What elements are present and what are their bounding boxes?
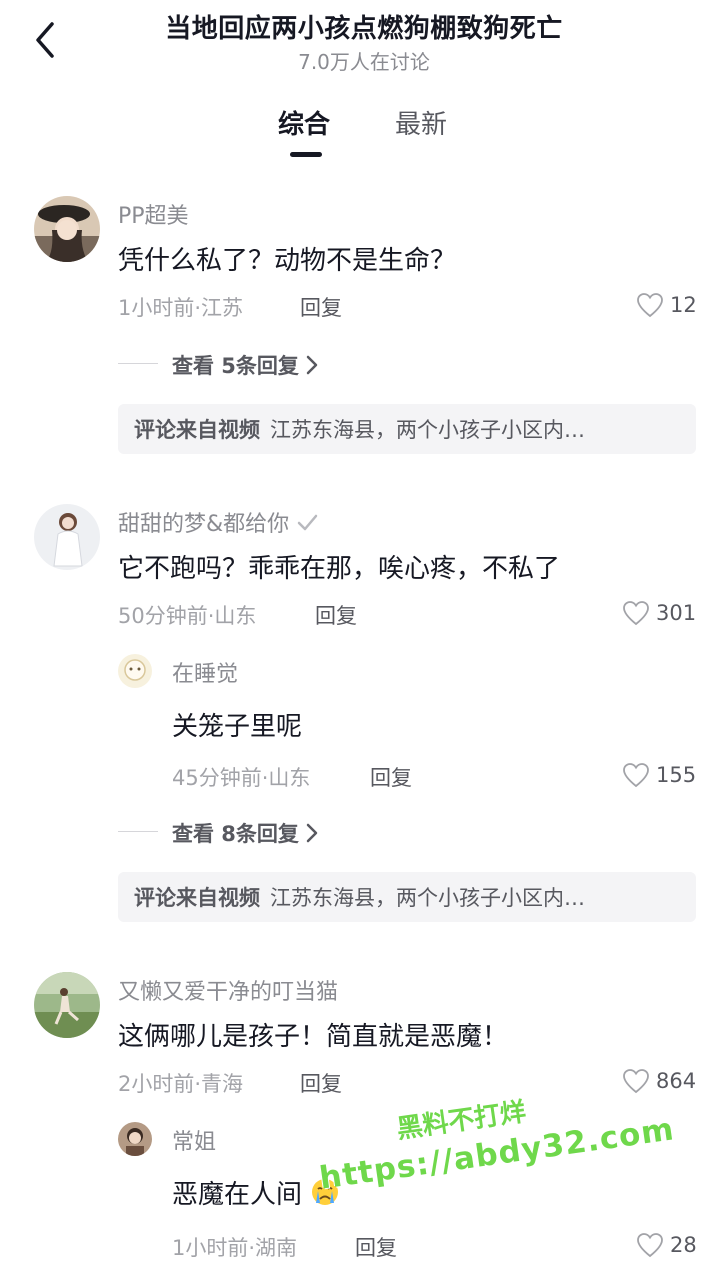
heart-icon: [623, 601, 649, 626]
reply-button[interactable]: 回复: [300, 1068, 342, 1098]
comment-username[interactable]: 又懒又爱干净的叮当猫: [118, 974, 338, 1006]
heart-icon: [623, 1069, 649, 1094]
comment-username-text: 甜甜的梦&都给你: [118, 512, 290, 537]
avatar[interactable]: [118, 654, 152, 688]
watermark-title: 黑料不打烊: [394, 1097, 528, 1145]
heart-icon: [637, 293, 663, 318]
source-text: 江苏东海县，两个小孩子小区内…: [270, 886, 585, 910]
like-button[interactable]: 155: [622, 762, 696, 788]
comment-text: 凭什么私了？动物不是生命？: [118, 246, 457, 276]
page-title: 当地回应两小孩点燃狗棚致狗死亡: [165, 14, 563, 44]
reply-meta: 45分钟前·山东: [172, 766, 311, 790]
reply-username[interactable]: 常姐: [172, 1124, 216, 1156]
source-text: 江苏东海县，两个小孩子小区内…: [270, 418, 585, 442]
avatar[interactable]: [34, 972, 100, 1038]
avatar[interactable]: [34, 504, 100, 570]
reply-username[interactable]: 在睡觉: [172, 656, 238, 688]
source-video-link[interactable]: 评论来自视频 江苏东海县，两个小孩子小区内…: [118, 872, 696, 922]
source-label: 评论来自视频: [134, 418, 260, 442]
comment-meta: 50分钟前·山东: [118, 604, 257, 628]
view-replies-button[interactable]: 查看 8条回复: [172, 818, 319, 848]
like-count: 864: [656, 1069, 697, 1093]
divider: [118, 831, 158, 832]
like-button[interactable]: 12: [636, 292, 697, 318]
reply-button[interactable]: 回复: [355, 1232, 397, 1262]
heart-icon: [637, 1233, 663, 1258]
avatar[interactable]: [118, 1122, 152, 1156]
reply-text: 恶魔在人间: [172, 1174, 340, 1211]
discussion-count: 7.0万人在讨论: [298, 50, 430, 74]
source-video-link[interactable]: 评论来自视频 江苏东海县，两个小孩子小区内…: [118, 404, 696, 454]
heart-icon: [623, 763, 649, 788]
like-count: 155: [656, 763, 697, 787]
watermark-url: https://abdy32.com: [317, 1111, 677, 1197]
divider: [118, 363, 158, 364]
verified-check-icon: [297, 514, 318, 531]
like-button[interactable]: 28: [636, 1232, 697, 1258]
like-count: 12: [670, 293, 697, 317]
like-button[interactable]: 864: [622, 1068, 696, 1094]
comment-meta: 1小时前·江苏: [118, 296, 244, 320]
view-replies-label: 查看 8条回复: [172, 822, 299, 846]
comment-username[interactable]: 甜甜的梦&都给你: [118, 506, 318, 538]
view-replies-button[interactable]: 查看 5条回复: [172, 350, 319, 380]
reply-button[interactable]: 回复: [370, 762, 412, 792]
crying-emoji-icon: [312, 1179, 339, 1205]
like-count: 28: [670, 1233, 697, 1257]
source-label: 评论来自视频: [134, 886, 260, 910]
top-bar: 当地回应两小孩点燃狗棚致狗死亡 7.0万人在讨论: [0, 0, 728, 80]
comment-username[interactable]: PP超美: [118, 198, 189, 230]
watermark: 黑料不打烊 https://abdy32.com: [317, 1097, 676, 1210]
tab-latest[interactable]: 最新: [395, 104, 447, 141]
like-button[interactable]: 301: [622, 600, 696, 626]
view-replies-label: 查看 5条回复: [172, 354, 299, 378]
reply-text: 关笼子里呢: [172, 712, 303, 742]
tab-comprehensive[interactable]: 综合: [278, 104, 330, 141]
reply-button[interactable]: 回复: [315, 600, 357, 630]
chevron-right-icon: [306, 823, 318, 843]
comment-text: 它不跑吗？乖乖在那，唉心疼，不私了: [118, 554, 561, 584]
reply-button[interactable]: 回复: [300, 292, 342, 322]
tab-bar: 综合 最新: [0, 100, 728, 160]
chevron-right-icon: [306, 355, 318, 375]
comment-text: 这俩哪儿是孩子！简直就是恶魔！: [118, 1022, 509, 1052]
comment-meta: 2小时前·青海: [118, 1072, 244, 1096]
reply-meta: 1小时前·湖南: [172, 1236, 298, 1260]
like-count: 301: [656, 601, 697, 625]
avatar[interactable]: [34, 196, 100, 262]
tab-indicator: [290, 152, 322, 157]
reply-text-content: 恶魔在人间: [172, 1180, 303, 1210]
